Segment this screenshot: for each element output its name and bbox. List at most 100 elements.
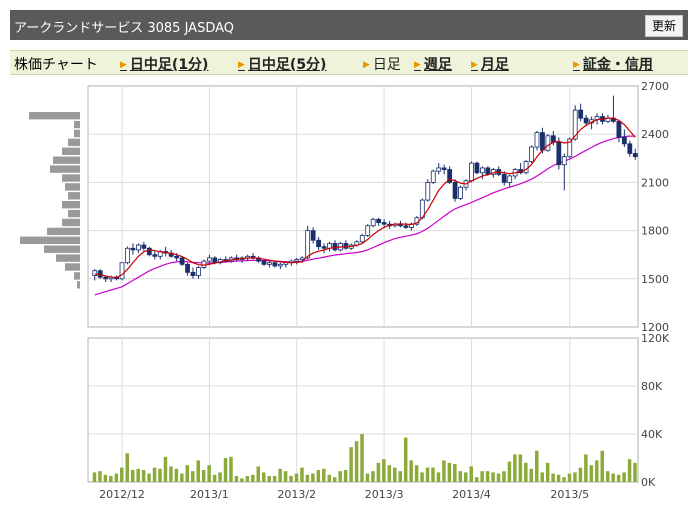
date-tick-label: 2013/4 (452, 488, 491, 501)
volume-bar (283, 471, 288, 482)
candle-body (561, 156, 567, 166)
candle-body (359, 235, 365, 243)
volume-profile-bar (29, 112, 80, 120)
volume-bar (98, 471, 102, 482)
candle-body (321, 246, 327, 249)
volume-bar (524, 462, 528, 482)
volume-bar (234, 476, 239, 482)
candle (523, 159, 529, 175)
volume-profile-bar (53, 156, 80, 164)
volume-bar (562, 477, 566, 482)
volume-tick-label: 0K (641, 476, 656, 489)
volume-bar (338, 471, 342, 482)
volume-bar (398, 471, 402, 482)
candle-body (430, 170, 436, 183)
date-tick-label: 2013/1 (190, 488, 229, 501)
volume-bar (393, 467, 397, 482)
volume-profile-bar (62, 147, 80, 155)
candle-body (206, 257, 212, 262)
candle-body (179, 257, 185, 265)
volume-profile-bar (68, 138, 80, 147)
volume-bar (496, 473, 501, 482)
volume-bar (360, 434, 364, 482)
volume-bar (556, 474, 561, 482)
candle-body (425, 181, 431, 201)
candle (119, 262, 125, 281)
candle-body (441, 167, 447, 170)
volume-bar (136, 468, 140, 482)
volume-bar (174, 468, 179, 482)
volume-bar (513, 454, 517, 482)
candle-body (529, 146, 534, 162)
price-panel (87, 85, 639, 328)
volume-bar (425, 467, 430, 482)
candle-body (146, 247, 152, 256)
volume-bar (327, 474, 332, 482)
candle (529, 145, 534, 164)
candle-body (277, 263, 283, 267)
volume-bar (584, 454, 588, 482)
volume-bar (534, 450, 539, 482)
volume-bar (332, 477, 337, 482)
volume-bar (120, 467, 124, 482)
candle-body (534, 132, 540, 148)
volume-profile (20, 112, 80, 289)
volume-bar (125, 453, 129, 482)
candle-body (469, 162, 474, 182)
price-tick-label: 2100 (641, 176, 669, 189)
candle-body (212, 257, 218, 264)
volume-bar (518, 454, 523, 482)
volume-bar (163, 456, 168, 482)
volume-profile-bar (74, 120, 80, 129)
candle (425, 179, 431, 202)
date-axis: 2012/12 2013/1 2013/2 2013/3 2013/4 2013/5 (99, 488, 589, 501)
volume-bar (502, 471, 506, 482)
volume-bar (507, 461, 512, 482)
candle (97, 269, 103, 279)
volume-bar (431, 467, 435, 482)
candle (125, 246, 130, 265)
candle-body (97, 270, 103, 278)
volume-bar (300, 467, 304, 482)
candle-body (632, 153, 638, 158)
candle-body (436, 167, 442, 172)
volume-bar (207, 465, 211, 482)
candle-body (452, 181, 458, 199)
candle-body (578, 109, 584, 119)
volume-bar (447, 462, 452, 482)
candle-body (540, 132, 545, 151)
volume-bar (354, 441, 359, 482)
candle-body (556, 141, 562, 166)
volume-profile-bar (62, 174, 80, 182)
candle-body (261, 260, 267, 265)
volume-bar (229, 456, 233, 482)
volume-bar (469, 466, 473, 482)
candle-body (190, 271, 196, 276)
volume-profile-bar (77, 281, 80, 289)
price-tick-label: 2700 (641, 80, 669, 93)
volume-bar (185, 465, 190, 482)
volume-bar (545, 462, 550, 482)
volume-bar (316, 470, 321, 482)
volume-bar (578, 467, 583, 482)
candle-body (343, 243, 349, 249)
candle (370, 217, 376, 228)
volume-bar (147, 473, 151, 482)
candle-body (305, 230, 311, 259)
volume-bar (622, 472, 626, 482)
volume-profile-bar (68, 209, 80, 218)
volume-bar (529, 468, 534, 482)
candle-body (458, 186, 463, 199)
volume-bar (382, 459, 386, 482)
candle-body (365, 225, 371, 236)
volume-bar (322, 468, 326, 482)
volume-bar (600, 450, 605, 482)
candle-body (316, 239, 321, 248)
candle-body (616, 120, 622, 138)
volume-bar (114, 473, 119, 482)
volume-profile-bar (50, 165, 80, 173)
volume-bar (256, 466, 261, 482)
volume-profile-bar (68, 192, 80, 200)
volume-bar (491, 472, 495, 482)
volume-bar (261, 472, 266, 482)
